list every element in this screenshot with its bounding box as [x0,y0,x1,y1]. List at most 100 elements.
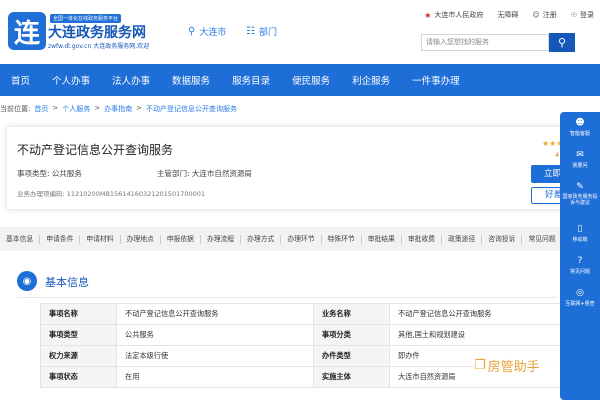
section-title: 基本信息 [45,276,89,289]
accessibility-link[interactable]: 无障碍 [497,10,518,20]
national-emblem-icon: ★ [424,10,432,20]
user-icon: ☺ [532,11,540,19]
tab-method[interactable]: 办理方式 [247,234,282,244]
tab-basis[interactable]: 申报依据 [167,234,201,244]
tab-complaints[interactable]: 咨询投诉 [488,234,523,244]
floating-sidebar: ☻ 智能客服 ✉ 我要问 ✎ 国家政务服务投诉与建议 ▯ 移动端 ? 常见问题 … [560,112,600,400]
service-code: 业务办理项编码: 11210200MB156141603212015017000… [17,190,206,198]
gov-link-label: 大连市人民政府 [434,11,484,19]
rating-score: 4 [555,151,560,159]
logo-char: 连 [13,18,40,49]
sidebar-item-supervision[interactable]: ◎ 互联网+督查 [560,288,600,307]
nav-enterprise[interactable]: 利企服务 [352,73,401,87]
tab-policy[interactable]: 政策途径 [448,234,483,244]
sidebar-label: 常见问题 [569,269,590,275]
location-selector[interactable]: ⚲ 大连市 [188,25,226,38]
sidebar-item-ask[interactable]: ✉ 我要问 [560,150,600,169]
nav-home[interactable]: 首页 [11,73,41,87]
service-title: 不动产登记信息公开查询服务 [17,143,174,157]
table-value: 法定本级行使 [116,345,314,367]
nav-data-services[interactable]: 数据服务 [172,73,221,87]
table-key: 办件类型 [313,345,390,367]
main-nav: 首页 个人办事 法人办事 数据服务 服务目录 便民服务 利企服务 一件事办理 [0,64,600,96]
location-pin-icon: ⚲ [188,26,196,37]
tab-conditions[interactable]: 申请条件 [46,234,81,244]
tab-fees[interactable]: 审批收费 [408,234,443,244]
tab-materials[interactable]: 申请材料 [86,234,121,244]
tab-process[interactable]: 办理流程 [207,234,242,244]
register-label: 注册 [542,11,557,19]
breadcrumb-separator: > [52,104,59,112]
table-row: 事项类型 公共服务 事项分类 其他,国土和规划建设 [40,324,587,346]
table-value: 不动产登记信息公开查询服务 [116,303,314,325]
sidebar-label: 国家政务服务投诉与建议 [562,194,598,206]
table-key: 事项分类 [313,324,390,346]
table-key: 实施主体 [313,366,390,388]
site-subtitle: zwfw.dl.gov.cn 大连政务服务网,欢迎 [48,43,150,50]
breadcrumb-personal[interactable]: 个人服务 [62,104,90,114]
sidebar-label: 移动端 [572,237,588,243]
tab-steps[interactable]: 办理环节 [287,234,322,244]
feedback-icon: ✎ [576,182,584,192]
location-label: 大连市 [199,28,227,38]
nav-convenience[interactable]: 便民服务 [292,73,341,87]
login-link[interactable]: ☉ 登录 [571,10,594,20]
chat-icon: ✉ [576,150,584,160]
table-value: 其他,国土和规划建设 [389,324,587,346]
robot-icon: ☻ [575,118,585,128]
service-department: 主管部门: 大连市自然资源局 [157,169,252,178]
tab-location[interactable]: 办理地点 [127,234,161,244]
gov-link[interactable]: ★ 大连市人民政府 [424,10,483,20]
login-label: 登录 [580,11,594,19]
service-card: 不动产登记信息公开查询服务 事项类型: 公共服务 主管部门: 大连市自然资源局 … [6,126,591,210]
nav-legal-person[interactable]: 法人办事 [112,73,161,87]
table-row: 事项名称 不动产登记信息公开查询服务 业务名称 不动产登记信息公开查询服务 [40,303,587,325]
search-button[interactable]: ⚲ [549,33,575,52]
lock-icon: ☉ [570,11,577,19]
site-logo[interactable]: 连 [8,12,46,50]
table-value: 在用 [116,366,314,388]
sidebar-label: 智能客服 [569,131,590,137]
tab-basic-info[interactable]: 基本信息 [6,234,41,244]
table-key: 权力来源 [40,345,117,367]
question-icon: ? [577,256,583,266]
nav-one-thing[interactable]: 一件事办理 [412,73,471,87]
nav-service-catalog[interactable]: 服务目录 [232,73,281,87]
top-links: ★ 大连市人民政府 无障碍 ☺ 注册 ☉ 登录 [424,10,594,20]
watermark: ❐ 房管助手 [474,353,568,377]
table-key: 事项名称 [40,303,117,325]
breadcrumb-home[interactable]: 首页 [34,104,48,114]
breadcrumb: 当前位置: 首页 > 个人服务 > 办事指南 > 不动产登记信息公开查询服务 [0,104,237,114]
breadcrumb-current[interactable]: 不动产登记信息公开查询服务 [146,104,237,114]
table-value: 不动产登记信息公开查询服务 [389,303,587,325]
globe-icon: ◎ [576,288,584,298]
search-icon: ⚲ [557,36,567,49]
sidebar-item-faq[interactable]: ? 常见问题 [560,256,600,275]
info-tabs: 基本信息 申请条件 申请材料 办理地点 申报依据 办理流程 办理方式 办理环节 … [0,227,560,251]
sidebar-item-smart-service[interactable]: ☻ 智能客服 [560,118,600,137]
section-divider [17,297,557,298]
info-bubble-icon: ◉ [17,271,37,291]
nav-personal[interactable]: 个人办事 [52,73,101,87]
tab-special-steps[interactable]: 特殊环节 [328,234,362,244]
site-title[interactable]: 大连政务服务网 [48,22,146,42]
search-input[interactable]: 请输入您想找的服务 [421,34,549,51]
tab-result[interactable]: 审批结果 [368,234,402,244]
tab-faq[interactable]: 常见问题 [528,235,560,244]
department-selector[interactable]: ☷ 部门 [246,25,277,38]
department-label: 部门 [258,28,277,38]
table-key: 业务名称 [313,303,390,325]
table-key: 事项类型 [40,324,117,346]
breadcrumb-label: 当前位置: [0,105,31,113]
sidebar-item-mobile[interactable]: ▯ 移动端 [560,224,600,243]
register-link[interactable]: ☺ 注册 [532,10,556,20]
sidebar-label: 互联网+督查 [565,301,595,307]
site-header: 连 全国一体化在线政务服务平台 大连政务服务网 zwfw.dl.gov.cn 大… [0,0,600,64]
breadcrumb-separator: > [136,104,142,112]
watermark-label: 房管助手 [487,359,540,375]
watermark-icon: ❐ [474,357,486,373]
sidebar-label: 我要问 [572,163,588,169]
breadcrumb-guide[interactable]: 办事指南 [104,104,132,114]
breadcrumb-separator: > [94,104,101,112]
sidebar-item-feedback[interactable]: ✎ 国家政务服务投诉与建议 [560,182,600,206]
